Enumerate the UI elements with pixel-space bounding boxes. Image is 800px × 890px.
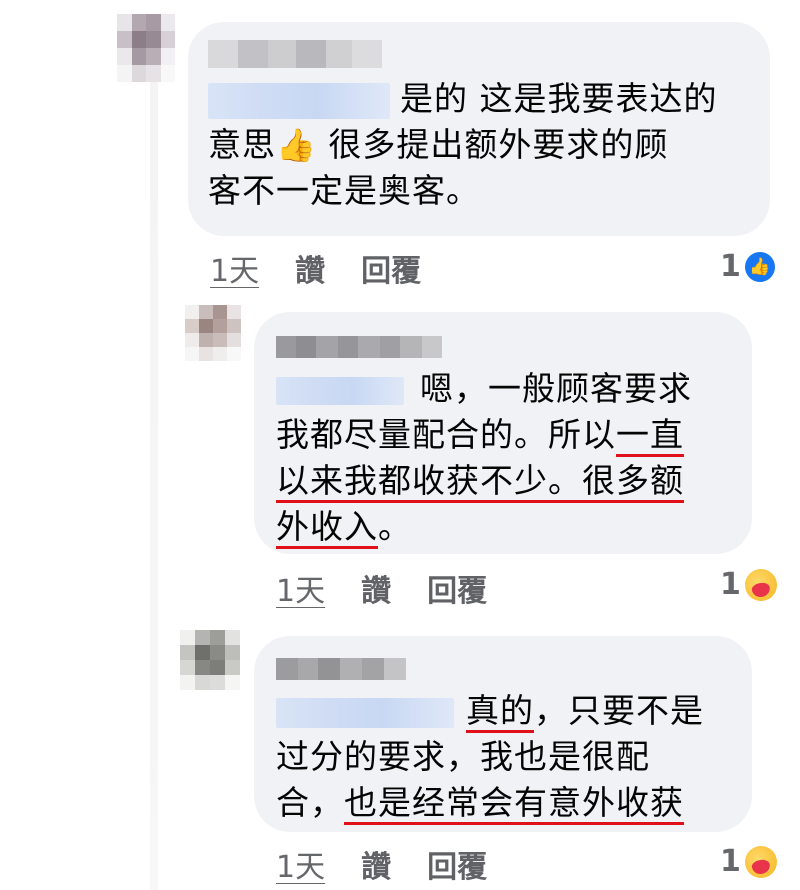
like-button[interactable]: 讚 bbox=[361, 566, 391, 610]
mention-tag-blurred[interactable] bbox=[208, 82, 390, 119]
reply-button[interactable]: 回覆 bbox=[361, 246, 421, 290]
reaction-summary[interactable]: 1 bbox=[720, 844, 777, 879]
timestamp-link[interactable]: 1天 bbox=[276, 566, 325, 610]
reaction-summary[interactable]: 1 👍 bbox=[720, 249, 775, 284]
avatar[interactable] bbox=[185, 305, 241, 361]
mention-tag-blurred[interactable] bbox=[276, 376, 404, 405]
reaction-count: 1 bbox=[720, 844, 741, 879]
author-name-blurred[interactable] bbox=[208, 40, 398, 68]
reaction-summary[interactable]: 1 bbox=[720, 567, 777, 602]
comment-actions: 1天 讚 回覆 bbox=[210, 246, 457, 290]
thread-line bbox=[150, 60, 158, 890]
reaction-count: 1 bbox=[720, 249, 741, 284]
like-icon: 👍 bbox=[744, 251, 775, 282]
reply-button[interactable]: 回覆 bbox=[427, 842, 487, 886]
comment-text: 真的，只要不是 过分的要求，我也是很配 合，也是经常会有意外收获 bbox=[276, 691, 704, 822]
like-button[interactable]: 讚 bbox=[361, 842, 391, 886]
timestamp-link[interactable]: 1天 bbox=[210, 246, 259, 290]
timestamp-link[interactable]: 1天 bbox=[276, 842, 325, 886]
mention-tag-blurred[interactable] bbox=[276, 697, 454, 728]
author-name-blurred[interactable] bbox=[276, 658, 406, 680]
care-reaction-icon bbox=[744, 568, 777, 601]
comment-text: 是的 这是我要表达的 意思👍 很多提出额外要求的顾 客不一定是奥客。 bbox=[208, 79, 718, 210]
author-name-blurred[interactable] bbox=[276, 336, 442, 358]
comment-bubble: 嗯，一般顾客要求 我都尽量配合的。所以一直 以来我都收获不少。很多额 外收入。 bbox=[254, 312, 752, 554]
comment-actions: 1天 讚 回覆 bbox=[276, 566, 523, 610]
comment-text: 嗯，一般顾客要求 我都尽量配合的。所以一直 以来我都收获不少。很多额 外收入。 bbox=[276, 369, 692, 546]
reaction-count: 1 bbox=[720, 567, 741, 602]
comment-actions: 1天 讚 回覆 bbox=[276, 842, 523, 886]
comment-bubble: 真的，只要不是 过分的要求，我也是很配 合，也是经常会有意外收获 bbox=[254, 636, 752, 832]
comment-bubble: 是的 这是我要表达的 意思👍 很多提出额外要求的顾 客不一定是奥客。 bbox=[188, 22, 770, 236]
reply-button[interactable]: 回覆 bbox=[427, 566, 487, 610]
avatar[interactable] bbox=[117, 14, 175, 82]
care-reaction-icon bbox=[744, 845, 777, 878]
thumbs-up-icon: 👍 bbox=[276, 126, 317, 164]
like-button[interactable]: 讚 bbox=[295, 246, 325, 290]
avatar[interactable] bbox=[180, 630, 240, 690]
